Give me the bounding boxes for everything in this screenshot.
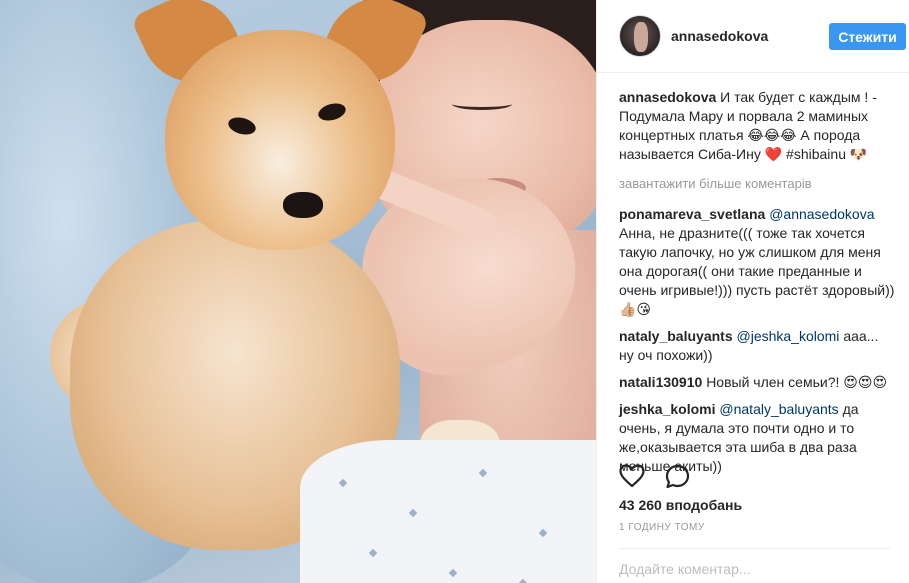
puppy-nose (283, 192, 323, 218)
comment-username[interactable]: ponamareva_svetlana (619, 206, 765, 222)
post-timestamp: 1 ГОДИНУ ТОМУ (619, 522, 705, 533)
post-username[interactable]: annasedokova (671, 28, 768, 44)
post-sidebar: annasedokova Стежити annasedokova И так … (596, 0, 909, 583)
comment-mention[interactable]: @nataly_baluyants (719, 401, 838, 417)
comment-input[interactable] (619, 549, 891, 583)
likes-count[interactable]: 43 260 вподобань (619, 497, 742, 513)
bed-sheet (300, 440, 596, 583)
comments-list: annasedokova И так будет с каждым ! - По… (619, 88, 895, 484)
post-actions (619, 462, 690, 490)
caption: annasedokova И так будет с каждым ! - По… (619, 88, 895, 164)
comment-username[interactable]: nataly_baluyants (619, 328, 733, 344)
post-header: annasedokova Стежити (597, 0, 909, 73)
comment-mention[interactable]: @annasedokova (769, 206, 874, 222)
woman-eye (452, 98, 512, 110)
list-item: natali130910 Новый член семьи?! 😍😍😍 (619, 373, 895, 392)
post-photo[interactable] (0, 0, 596, 583)
heart-icon[interactable] (619, 464, 645, 488)
list-item: ponamareva_svetlana @annasedokova Анна, … (619, 205, 895, 319)
caption-username[interactable]: annasedokova (619, 89, 716, 105)
comment-username[interactable]: jeshka_kolomi (619, 401, 716, 417)
avatar[interactable] (619, 15, 661, 57)
comment-form (619, 548, 891, 583)
follow-button[interactable]: Стежити (829, 23, 906, 50)
comment-text: Анна, не дразните((( тоже так хочется та… (619, 225, 895, 317)
load-more-comments-link[interactable]: завантажити більше коментарів (619, 174, 895, 193)
comment-bubble-icon[interactable] (665, 464, 690, 489)
comment-text: Новый член семьи?! 😍😍😍 (706, 374, 888, 390)
list-item: nataly_baluyants @jeshka_kolomi ааа... н… (619, 327, 895, 365)
comment-mention[interactable]: @jeshka_kolomi (737, 328, 840, 344)
comment-username[interactable]: natali130910 (619, 374, 702, 390)
puppy-head (165, 30, 395, 250)
